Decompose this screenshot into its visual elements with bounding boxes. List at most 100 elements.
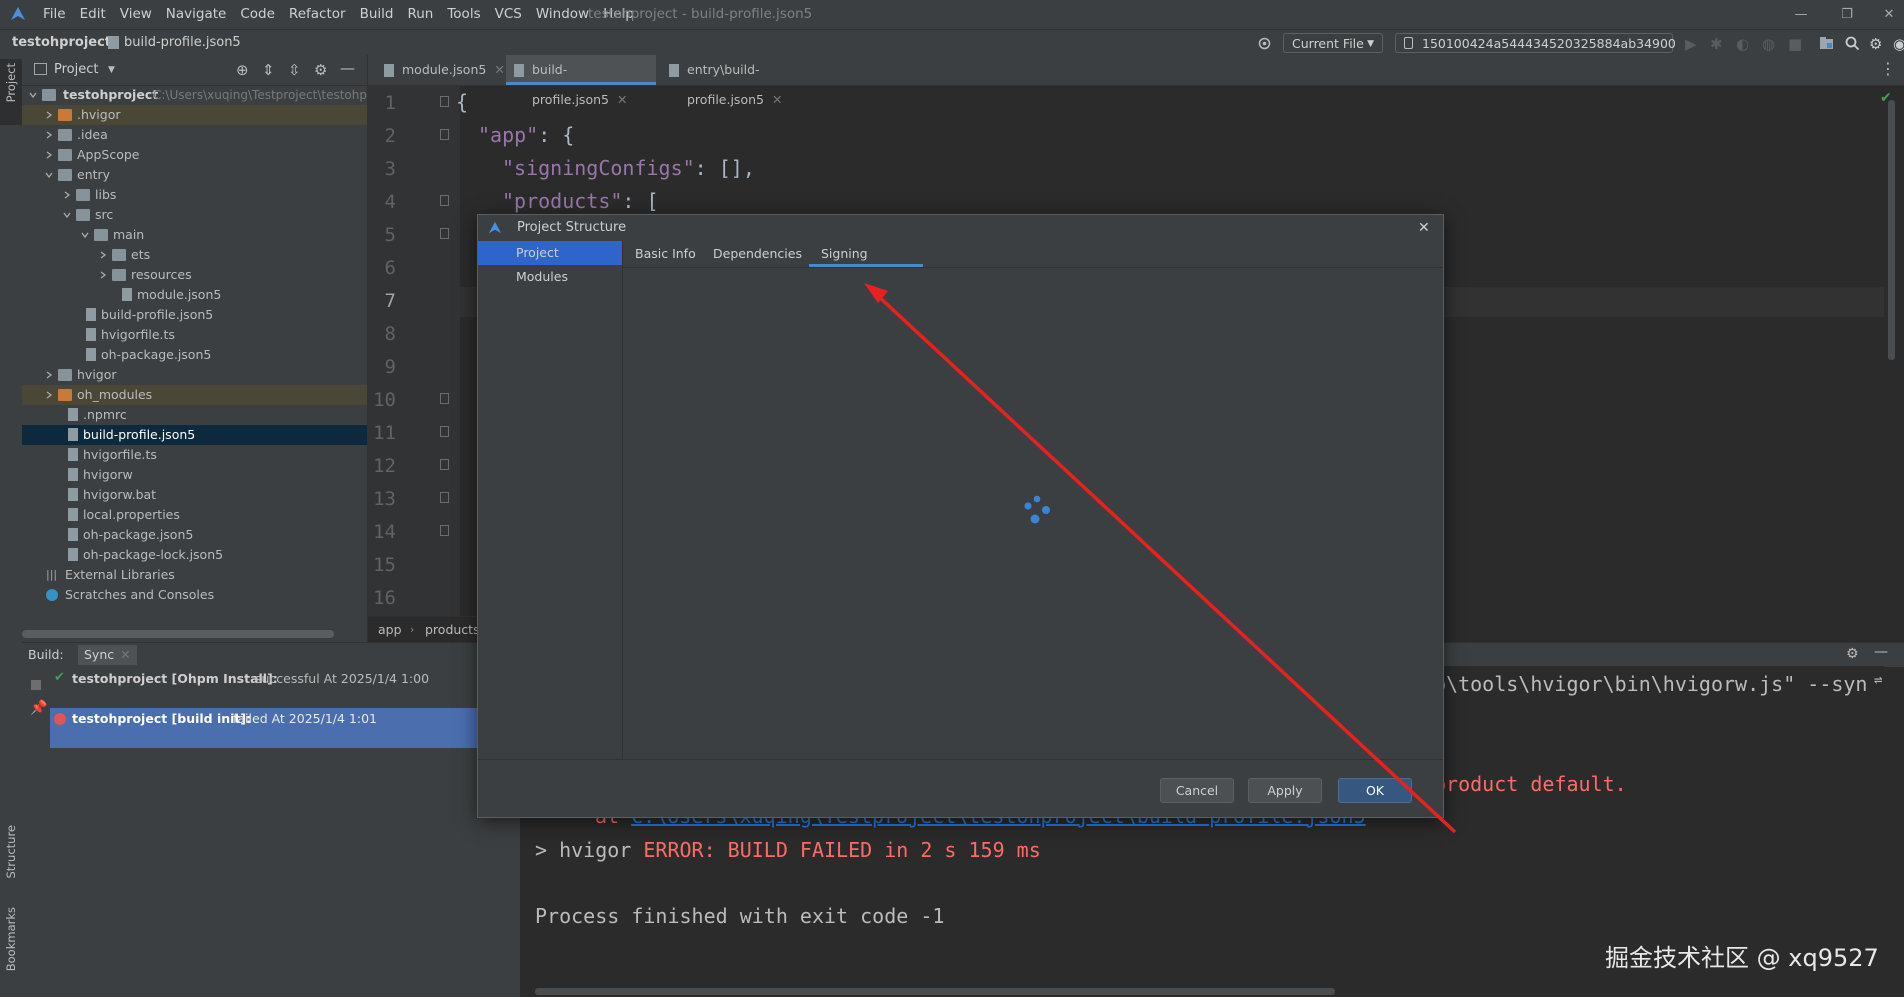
run-config-select[interactable]: Current File ▼	[1283, 33, 1383, 53]
tree-item-src[interactable]: src	[22, 205, 367, 225]
code-line-3[interactable]: "signingConfigs": [],	[502, 156, 755, 180]
breadcrumb-item[interactable]: products	[425, 617, 480, 643]
tree-item-root[interactable]: testohproject C:\Users\xuqing\Testprojec…	[22, 85, 401, 105]
sidebar-item-project[interactable]: Project	[478, 241, 622, 265]
debug-icon[interactable]: ✱	[1710, 35, 1727, 53]
fold-marker-icon[interactable]	[440, 426, 449, 437]
bookmarks-tool-label[interactable]: Bookmarks	[4, 907, 18, 971]
fold-marker-icon[interactable]	[440, 459, 449, 470]
tree-item-external-libraries[interactable]: ||| External Libraries	[22, 565, 367, 585]
tab-module-json5[interactable]: module.json5 ✕	[376, 55, 505, 85]
minimize-icon[interactable]: —	[1778, 0, 1824, 29]
menu-navigate[interactable]: Navigate	[159, 0, 234, 29]
tree-item-scratches[interactable]: Scratches and Consoles	[22, 585, 367, 605]
project-panel-title[interactable]: Project	[54, 55, 98, 85]
project-structure-icon[interactable]	[1818, 35, 1835, 52]
close-window-icon[interactable]: ✕	[1866, 0, 1904, 29]
tree-item-appscope[interactable]: AppScope	[22, 145, 367, 165]
tree-item-ets[interactable]: ets	[22, 245, 367, 265]
fold-marker-icon[interactable]	[440, 525, 449, 536]
horizontal-scrollbar[interactable]	[22, 630, 334, 638]
hide-panel-icon[interactable]: —	[1874, 644, 1888, 660]
tree-item-local-properties[interactable]: local.properties	[22, 505, 367, 525]
tree-item-entry[interactable]: entry	[22, 165, 367, 185]
menu-build[interactable]: Build	[353, 0, 401, 29]
structure-tool-label[interactable]: Structure	[4, 825, 18, 879]
fold-marker-icon[interactable]	[440, 492, 449, 503]
fold-marker-icon[interactable]	[440, 195, 449, 206]
profile-icon[interactable]: ◐	[1736, 35, 1753, 53]
attach-icon[interactable]: ◍	[1762, 35, 1779, 53]
close-dialog-icon[interactable]: ✕	[1418, 215, 1430, 241]
tree-item-hvigor-dir[interactable]: .hvigor	[22, 105, 367, 125]
tab-dependencies[interactable]: Dependencies	[701, 241, 814, 267]
more-options-icon[interactable]: ⋮	[1880, 59, 1896, 78]
tree-item-oh-modules[interactable]: oh_modules	[22, 385, 367, 405]
menu-window[interactable]: Window	[529, 0, 596, 29]
tree-item-entry-build-profile[interactable]: build-profile.json5	[22, 305, 367, 325]
hide-panel-icon[interactable]: —	[340, 59, 355, 77]
tab-basic-info[interactable]: Basic Info	[623, 241, 708, 267]
stop-icon[interactable]	[31, 680, 41, 690]
menu-edit[interactable]: Edit	[73, 0, 113, 29]
tree-item-hvigorw-bat[interactable]: hvigorw.bat	[22, 485, 367, 505]
menu-run[interactable]: Run	[400, 0, 440, 29]
tree-item-libs[interactable]: libs	[22, 185, 367, 205]
breadcrumb-item[interactable]: app	[378, 617, 402, 643]
device-select[interactable]: 150100424a544434520325884ab34900 ▼	[1395, 33, 1676, 69]
menu-view[interactable]: View	[113, 0, 159, 29]
tree-item-module-json5[interactable]: module.json5	[22, 285, 367, 305]
avatar-icon[interactable]: ◉	[1893, 35, 1904, 53]
project-tool-button[interactable]: Project	[0, 59, 22, 125]
collapse-all-icon[interactable]: ⇳	[288, 61, 301, 79]
locate-icon[interactable]: ⊕	[236, 61, 249, 79]
nav-file[interactable]: build-profile.json5	[124, 30, 241, 56]
fold-marker-icon[interactable]	[440, 393, 449, 404]
tree-item-hvigorfile[interactable]: hvigorfile.ts	[22, 445, 367, 465]
tree-item-oh-package-lock[interactable]: oh-package-lock.json5	[22, 545, 367, 565]
tree-item-entry-oh-package[interactable]: oh-package.json5	[22, 345, 367, 365]
menu-vcs[interactable]: VCS	[488, 0, 529, 29]
expand-all-icon[interactable]: ⇕	[262, 61, 275, 79]
stop-icon[interactable]: ■	[1788, 35, 1805, 53]
chevron-down-icon[interactable]: ▼	[108, 55, 115, 85]
close-tab-icon[interactable]: ✕	[617, 92, 627, 107]
menu-code[interactable]: Code	[233, 0, 282, 29]
nav-project[interactable]: testohproject	[12, 30, 111, 56]
menu-tools[interactable]: Tools	[440, 0, 487, 29]
target-icon[interactable]	[1256, 35, 1273, 52]
cancel-button[interactable]: Cancel	[1160, 778, 1234, 803]
apply-button[interactable]: Apply	[1248, 778, 1322, 803]
build-item-selected[interactable]: testohproject [build init]: failed At 20…	[50, 708, 520, 748]
console-scrollbar[interactable]	[535, 988, 1335, 995]
tree-item-idea[interactable]: .idea	[22, 125, 367, 145]
tree-item-oh-package[interactable]: oh-package.json5	[22, 525, 367, 545]
menu-refactor[interactable]: Refactor	[282, 0, 353, 29]
pin-icon[interactable]: 📌	[30, 700, 47, 716]
gear-icon[interactable]: ⚙	[1846, 646, 1859, 662]
fold-marker-icon[interactable]	[440, 228, 449, 239]
code-line-1[interactable]: {	[456, 90, 468, 114]
editor-scrollbar[interactable]	[1888, 100, 1895, 360]
menu-file[interactable]: File	[36, 0, 73, 29]
run-icon[interactable]: ▶	[1685, 35, 1702, 53]
tree-item-main[interactable]: main	[22, 225, 367, 245]
tree-item-hvigor[interactable]: hvigor	[22, 365, 367, 385]
tree-item-hvigorw[interactable]: hvigorw	[22, 465, 367, 485]
gear-icon[interactable]: ⚙	[314, 61, 327, 79]
tree-item-npmrc[interactable]: .npmrc	[22, 405, 367, 425]
soft-wrap-icon[interactable]: ⇌	[1874, 672, 1882, 688]
sidebar-item-modules[interactable]: Modules	[478, 265, 622, 289]
fold-marker-icon[interactable]	[440, 96, 449, 107]
close-tab-icon[interactable]: ✕	[494, 62, 504, 77]
tab-build-profile-json5[interactable]: build-profile.json5 ✕	[506, 55, 656, 107]
build-tab-sync[interactable]: Sync ✕	[78, 645, 137, 665]
code-line-4[interactable]: "products": [	[502, 189, 659, 213]
settings-gear-icon[interactable]: ⚙	[1869, 35, 1886, 53]
close-tab-icon[interactable]: ✕	[120, 647, 130, 662]
code-line-2[interactable]: "app": {	[478, 123, 574, 147]
tree-item-build-profile[interactable]: build-profile.json5	[22, 425, 367, 445]
ok-button[interactable]: OK	[1338, 778, 1412, 803]
close-tab-icon[interactable]: ✕	[772, 92, 782, 107]
fold-marker-icon[interactable]	[440, 129, 449, 140]
